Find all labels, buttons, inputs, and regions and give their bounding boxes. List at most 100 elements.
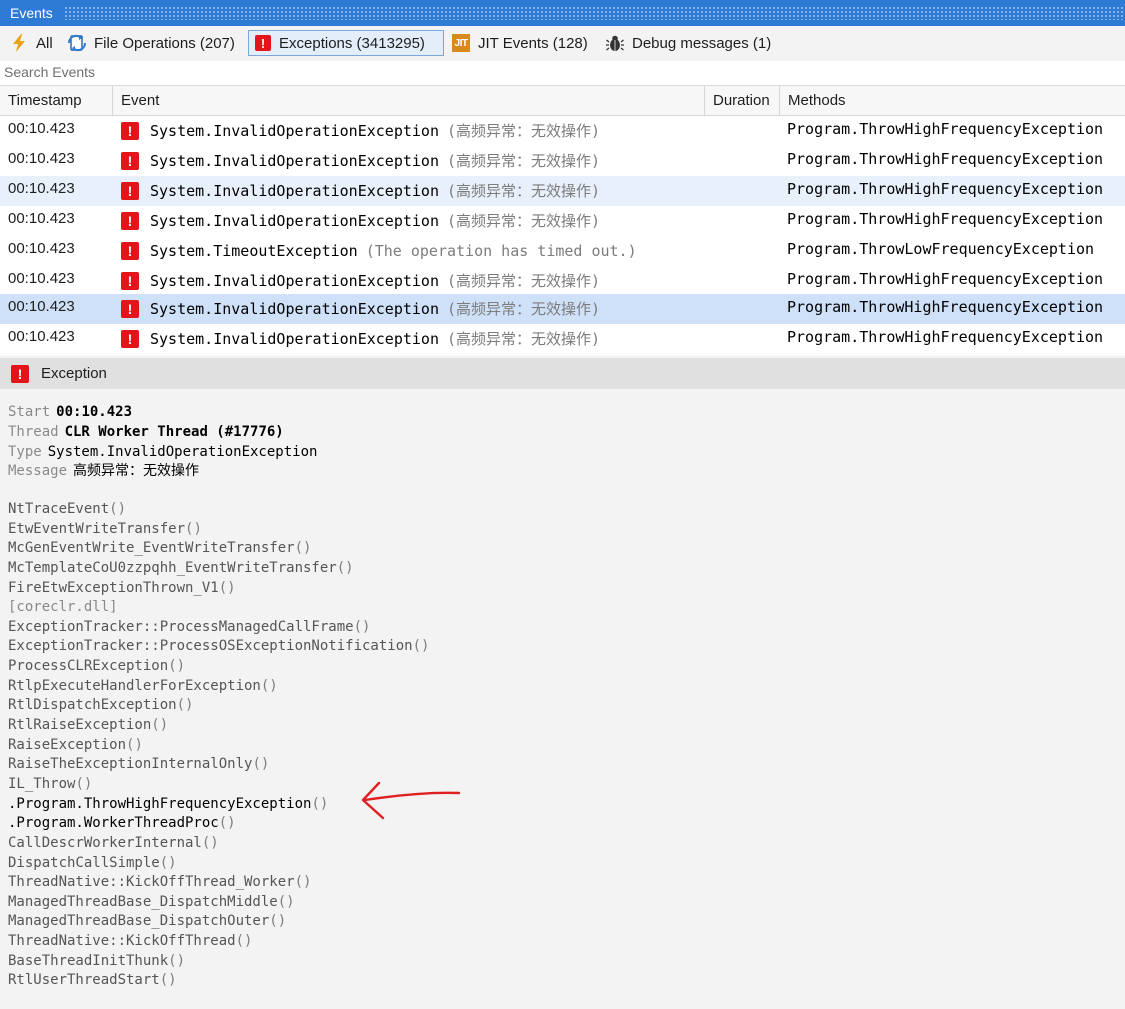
filter-tab-exceptions[interactable]: ! Exceptions (3413295): [248, 30, 444, 56]
stack-frame[interactable]: EtwEventWriteTransfer(): [8, 520, 429, 540]
table-row[interactable]: 00:10.423 ! System.InvalidOperationExcept…: [0, 176, 1125, 206]
stack-frame-function: [coreclr.dll]: [8, 599, 118, 616]
column-header-event[interactable]: Event: [113, 86, 705, 115]
stack-frame[interactable]: RtlDispatchException(): [8, 696, 429, 716]
table-row[interactable]: 00:10.423 ! System.InvalidOperationExcept…: [0, 206, 1125, 236]
stack-frame[interactable]: ExceptionTracker::ProcessOSExceptionNoti…: [8, 637, 429, 657]
exception-icon: !: [121, 152, 139, 170]
stack-frame[interactable]: NtTraceEvent(): [8, 500, 429, 520]
window-title: Events: [10, 5, 57, 21]
titlebar-grip[interactable]: [64, 6, 1125, 20]
events-titlebar: Events: [0, 0, 1125, 26]
stack-frame-function: RtlpExecuteHandlerForException: [8, 677, 261, 694]
stack-frame-function: ThreadNative::KickOffThread: [8, 933, 236, 950]
stack-frame[interactable]: CallDescrWorkerInternal(): [8, 834, 429, 854]
stack-frame-function: ExceptionTracker::ProcessOSExceptionNoti…: [8, 638, 413, 655]
event-message: (高频异常：无效操作): [446, 212, 601, 230]
stack-frame-parens: (): [353, 618, 371, 635]
stack-frame[interactable]: McGenEventWrite_EventWriteTransfer(): [8, 539, 429, 559]
filter-tab-all[interactable]: All: [4, 30, 59, 56]
filter-tab-label: JIT Events (128): [478, 34, 588, 52]
event-message: (高频异常：无效操作): [446, 182, 601, 200]
detail-type: Type System.InvalidOperationException: [8, 441, 317, 462]
stack-frame[interactable]: [coreclr.dll]: [8, 598, 429, 618]
filter-tab-debug-messages[interactable]: Debug messages (1): [600, 30, 777, 56]
stack-frame-parens: (): [201, 834, 219, 851]
column-header-duration[interactable]: Duration: [705, 86, 780, 115]
event-message: (高频异常：无效操作): [446, 300, 601, 318]
stack-frame[interactable]: RtlpExecuteHandlerForException(): [8, 677, 429, 697]
table-row[interactable]: 00:10.423 ! System.TimeoutException (The o…: [0, 236, 1125, 266]
column-header-methods[interactable]: Methods: [780, 86, 1125, 115]
stack-frame-function: ManagedThreadBase_DispatchMiddle: [8, 893, 278, 910]
stack-frame-function: FireEtwExceptionThrown_V1: [8, 579, 219, 596]
stack-frame-parens: (): [260, 677, 278, 694]
search-input[interactable]: [4, 64, 604, 80]
events-grid: 00:10.423 ! System.InvalidOperationExcept…: [0, 116, 1125, 356]
exception-icon: !: [11, 364, 29, 383]
file-operations-icon: [68, 34, 86, 52]
row-event: ! System.InvalidOperationException (高频异常：无…: [121, 118, 600, 144]
stack-frame[interactable]: ExceptionTracker::ProcessManagedCallFram…: [8, 618, 429, 638]
detail-start: Start 00:10.423: [8, 401, 132, 422]
stack-frame[interactable]: FireEtwExceptionThrown_V1(): [8, 579, 429, 599]
detail-thread: Thread CLR Worker Thread (#17776): [8, 421, 284, 442]
detail-value: 高频异常：无效操作: [73, 463, 200, 479]
filter-tab-label: All: [36, 34, 53, 52]
row-timestamp: 00:10.423: [8, 150, 75, 167]
stack-frame-function: RtlRaiseException: [8, 717, 152, 734]
stack-frame-parens: (): [176, 697, 194, 714]
row-timestamp: 00:10.423: [8, 270, 75, 287]
row-timestamp: 00:10.423: [8, 298, 75, 315]
row-method: Program.ThrowLowFrequencyException: [787, 240, 1095, 258]
bug-icon: [606, 34, 624, 52]
stack-frame[interactable]: RtlUserThreadStart(): [8, 971, 429, 991]
row-timestamp: 00:10.423: [8, 120, 75, 137]
stack-frame-parens: (): [294, 540, 312, 557]
stack-frame[interactable]: RaiseException(): [8, 736, 429, 756]
table-row[interactable]: 00:10.423 ! System.InvalidOperationExcept…: [0, 116, 1125, 146]
detail-label: Start: [8, 404, 51, 420]
stack-frame[interactable]: RaiseTheExceptionInternalOnly(): [8, 755, 429, 775]
filter-tab-file-operations[interactable]: File Operations (207): [62, 30, 241, 56]
stack-frame[interactable]: ProcessCLRException(): [8, 657, 429, 677]
stack-frame-function: ThreadNative::KickOffThread_Worker: [8, 874, 295, 891]
row-event: ! System.TimeoutException (The operation h…: [121, 238, 637, 264]
stack-frame[interactable]: BaseThreadInitThunk(): [8, 952, 429, 972]
stack-frame[interactable]: ThreadNative::KickOffThread_Worker(): [8, 873, 429, 893]
stack-frame[interactable]: DispatchCallSimple(): [8, 854, 429, 874]
table-row[interactable]: 00:10.423 ! System.InvalidOperationExcept…: [0, 266, 1125, 296]
stack-frame[interactable]: ManagedThreadBase_DispatchMiddle(): [8, 893, 429, 913]
stack-frame-function: ExceptionTracker::ProcessManagedCallFram…: [8, 618, 354, 635]
filter-bar: All File Operations (207) ! Exceptions (…: [0, 27, 1125, 61]
table-row-selected[interactable]: 00:10.423 ! System.InvalidOperationExcept…: [0, 294, 1125, 324]
filter-tab-jit-events[interactable]: JIT JIT Events (128): [446, 30, 594, 56]
stack-frame-function: BaseThreadInitThunk: [8, 952, 169, 969]
exception-icon: !: [121, 300, 139, 318]
event-message: (高频异常：无效操作): [446, 272, 601, 290]
row-event: ! System.InvalidOperationException (高频异常：无…: [121, 148, 600, 174]
stack-frame-function: RaiseException: [8, 736, 127, 753]
stack-frame-parens: (): [168, 952, 186, 969]
column-header-timestamp[interactable]: Timestamp: [0, 86, 113, 115]
stack-frame-function: ProcessCLRException: [8, 658, 169, 675]
detail-message: Message 高频异常：无效操作: [8, 460, 199, 481]
detail-panel-header[interactable]: ! Exception: [0, 358, 1125, 389]
stack-frame-function: NtTraceEvent: [8, 501, 110, 517]
stack-frame-function: RaiseTheExceptionInternalOnly: [8, 756, 253, 773]
table-row[interactable]: 00:10.423 ! System.InvalidOperationExcept…: [0, 324, 1125, 354]
event-name: System.TimeoutException: [150, 242, 358, 260]
stack-frame[interactable]: ManagedThreadBase_DispatchOuter(): [8, 912, 429, 932]
detail-label: Type: [8, 444, 42, 460]
row-method: Program.ThrowHighFrequencyException: [787, 210, 1104, 228]
table-row[interactable]: 00:10.423 ! System.InvalidOperationExcept…: [0, 146, 1125, 176]
stack-frame[interactable]: RtlRaiseException(): [8, 716, 429, 736]
stack-frame-parens: (): [75, 775, 93, 792]
detail-label: Thread: [8, 424, 59, 440]
stack-frame[interactable]: ThreadNative::KickOffThread(): [8, 932, 429, 952]
event-message: (高频异常：无效操作): [446, 330, 601, 348]
row-event: ! System.InvalidOperationException (高频异常：无…: [121, 268, 600, 294]
stack-frame-parens: (): [159, 972, 177, 989]
stack-frame[interactable]: McTemplateCoU0zzpqhh_EventWriteTransfer(…: [8, 559, 429, 579]
stack-frame-parens: (): [336, 559, 354, 576]
